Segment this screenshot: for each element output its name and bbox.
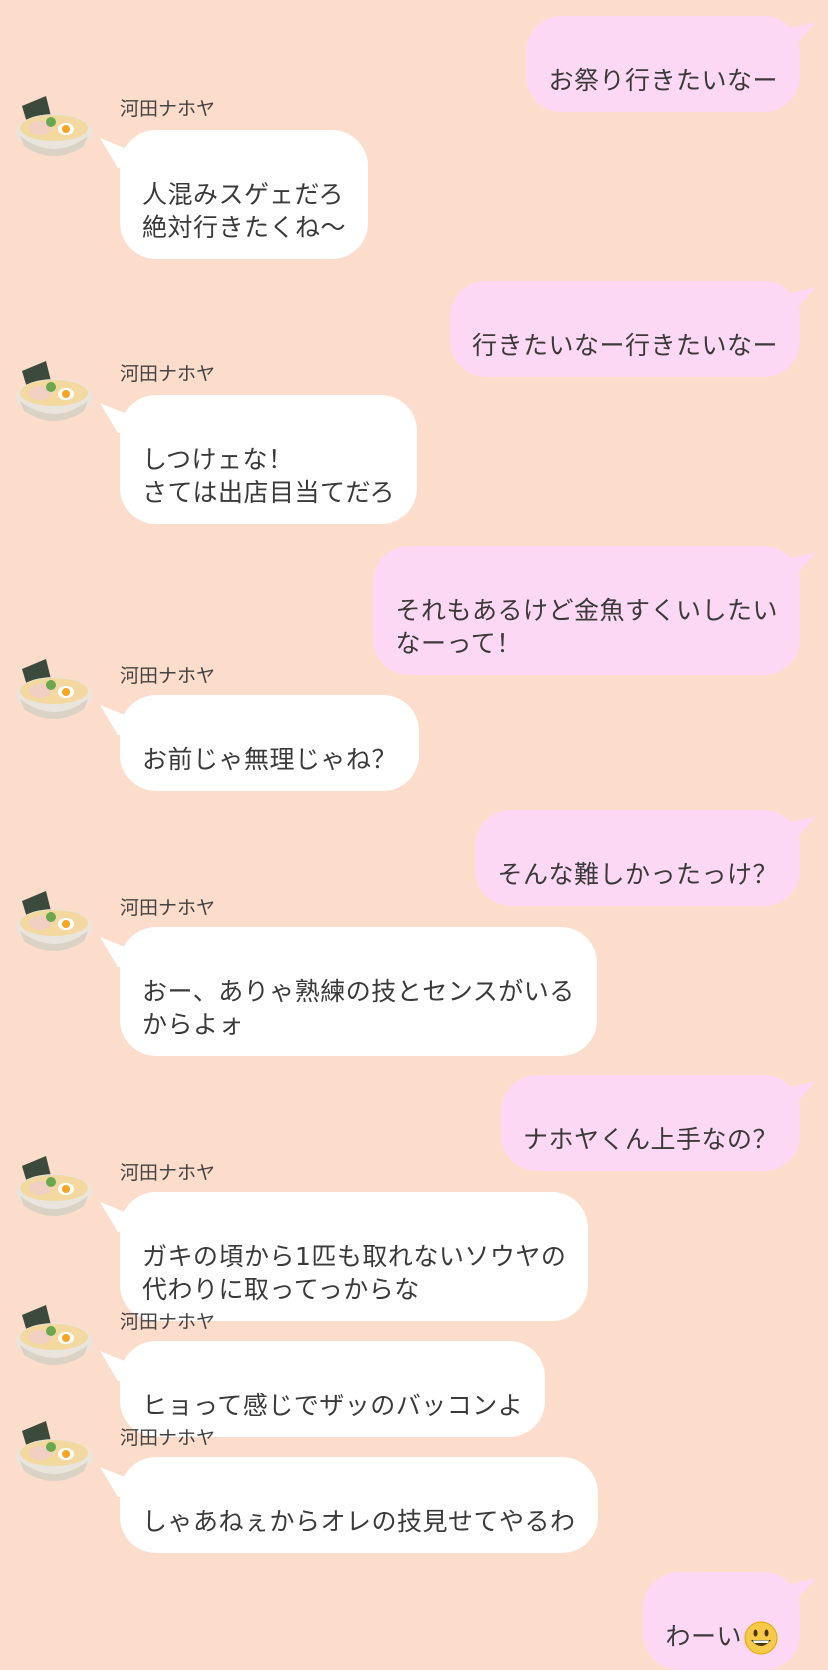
- message-text: わーい: [665, 1622, 742, 1651]
- message-text: ヒョって感じでザッのバッコンよ: [142, 1391, 524, 1420]
- sender-name: 河田ナホヤ: [120, 665, 216, 687]
- incoming-bubble[interactable]: おー、ありゃ熟練の技とセンスがいる からよォ: [120, 927, 597, 1056]
- message-text: 人混みスゲェだろ 絶対行きたくね〜: [142, 180, 347, 242]
- grinning-face-emoji: [744, 1621, 778, 1655]
- message-text: しつけェな！ さては出店目当てだろ: [142, 445, 396, 507]
- ramen-bowl-avatar-icon[interactable]: [14, 1421, 94, 1487]
- message-text: 行きたいなー行きたいなー: [471, 331, 778, 360]
- ramen-bowl-avatar-icon[interactable]: [14, 96, 94, 162]
- message-text: そんな難しかったっけ？: [497, 860, 778, 889]
- ramen-bowl-avatar-icon[interactable]: [14, 1156, 94, 1222]
- incoming-bubble[interactable]: ガキの頃から1匹も取れないソウヤの 代わりに取ってっからな: [120, 1192, 589, 1321]
- ramen-bowl-avatar-icon[interactable]: [14, 1305, 94, 1371]
- message-text: それもあるけど金魚すくいしたい なーって！: [395, 596, 778, 658]
- outgoing-bubble[interactable]: わーい: [643, 1572, 800, 1670]
- message-text: おー、ありゃ熟練の技とセンスがいる からよォ: [142, 977, 575, 1039]
- sender-name: 河田ナホヤ: [120, 363, 216, 385]
- sender-name: 河田ナホヤ: [120, 1311, 216, 1333]
- sender-name: 河田ナホヤ: [120, 1427, 216, 1449]
- message-text: お前じゃ無理じゃね？: [142, 745, 398, 774]
- ramen-bowl-avatar-icon[interactable]: [14, 659, 94, 725]
- sender-name: 河田ナホヤ: [120, 1162, 216, 1184]
- message-text: ナホヤくん上手なの？: [522, 1125, 778, 1154]
- outgoing-bubble[interactable]: それもあるけど金魚すくいしたい なーって！: [373, 546, 800, 675]
- sender-name: 河田ナホヤ: [120, 98, 216, 120]
- message-text: お祭り行きたいなー: [548, 66, 778, 95]
- sender-name: 河田ナホヤ: [120, 897, 216, 919]
- chat-thread: お祭り行きたいなー 河田ナホヤ 人混みスゲェだろ 絶対行きたくね〜 行きたいなー…: [0, 0, 828, 1670]
- outgoing-bubble[interactable]: 行きたいなー行きたいなー: [449, 281, 800, 377]
- ramen-bowl-avatar-icon[interactable]: [14, 361, 94, 427]
- outgoing-bubble[interactable]: お祭り行きたいなー: [526, 16, 800, 112]
- incoming-bubble[interactable]: しゃあねぇからオレの技見せてやるわ: [120, 1457, 598, 1553]
- outgoing-bubble[interactable]: そんな難しかったっけ？: [475, 810, 800, 906]
- message-text: しゃあねぇからオレの技見せてやるわ: [142, 1507, 576, 1536]
- incoming-bubble[interactable]: 人混みスゲェだろ 絶対行きたくね〜: [120, 130, 369, 259]
- incoming-bubble[interactable]: お前じゃ無理じゃね？: [120, 695, 420, 791]
- outgoing-bubble[interactable]: ナホヤくん上手なの？: [500, 1075, 800, 1171]
- message-text: ガキの頃から1匹も取れないソウヤの 代わりに取ってっからな: [142, 1242, 567, 1304]
- ramen-bowl-avatar-icon[interactable]: [14, 891, 94, 957]
- incoming-bubble[interactable]: しつけェな！ さては出店目当てだろ: [120, 395, 418, 524]
